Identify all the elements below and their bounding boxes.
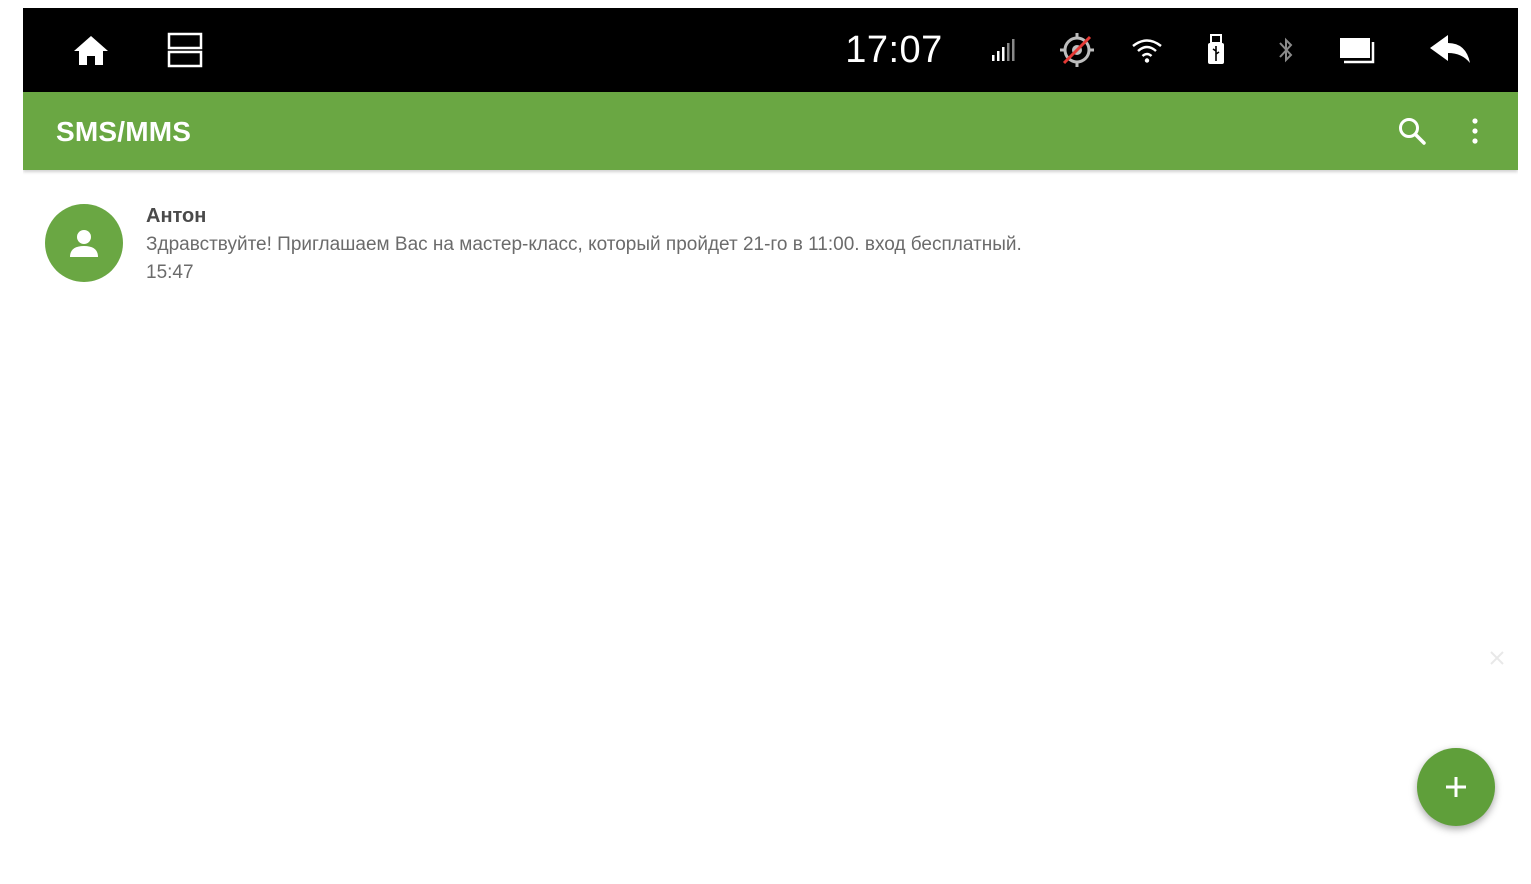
app-screen: 17:07 SMS/MMS Антон Здравствуйте! Пригла… <box>23 8 1518 874</box>
more-vert-icon[interactable] <box>1461 92 1489 170</box>
new-message-button[interactable] <box>1417 748 1495 826</box>
status-bar: 17:07 <box>23 8 1518 92</box>
contact-avatar <box>45 204 123 282</box>
plus-icon <box>1446 777 1466 797</box>
app-title: SMS/MMS <box>56 116 192 147</box>
signal-icon <box>985 8 1025 92</box>
conversation-item[interactable]: Антон Здравствуйте! Приглашаем Вас на ма… <box>23 170 1518 302</box>
clock: 17:07 <box>845 28 943 71</box>
message-snippet: Здравствуйте! Приглашаем Вас на мастер-к… <box>146 234 1022 255</box>
home-icon[interactable] <box>67 8 115 92</box>
contact-name: Антон <box>146 205 207 227</box>
split-screen-icon[interactable] <box>161 8 209 92</box>
search-icon[interactable] <box>1393 92 1431 170</box>
bluetooth-icon <box>1269 8 1303 92</box>
app-bar: SMS/MMS <box>23 92 1518 170</box>
person-icon <box>70 230 98 257</box>
gps-off-icon <box>1055 8 1099 92</box>
back-icon[interactable] <box>1423 8 1477 92</box>
screen-icon[interactable] <box>1335 8 1379 92</box>
wifi-icon <box>1127 8 1167 92</box>
faint-mark <box>1487 648 1507 668</box>
message-time: 15:47 <box>146 262 194 283</box>
usb-icon <box>1199 8 1233 92</box>
